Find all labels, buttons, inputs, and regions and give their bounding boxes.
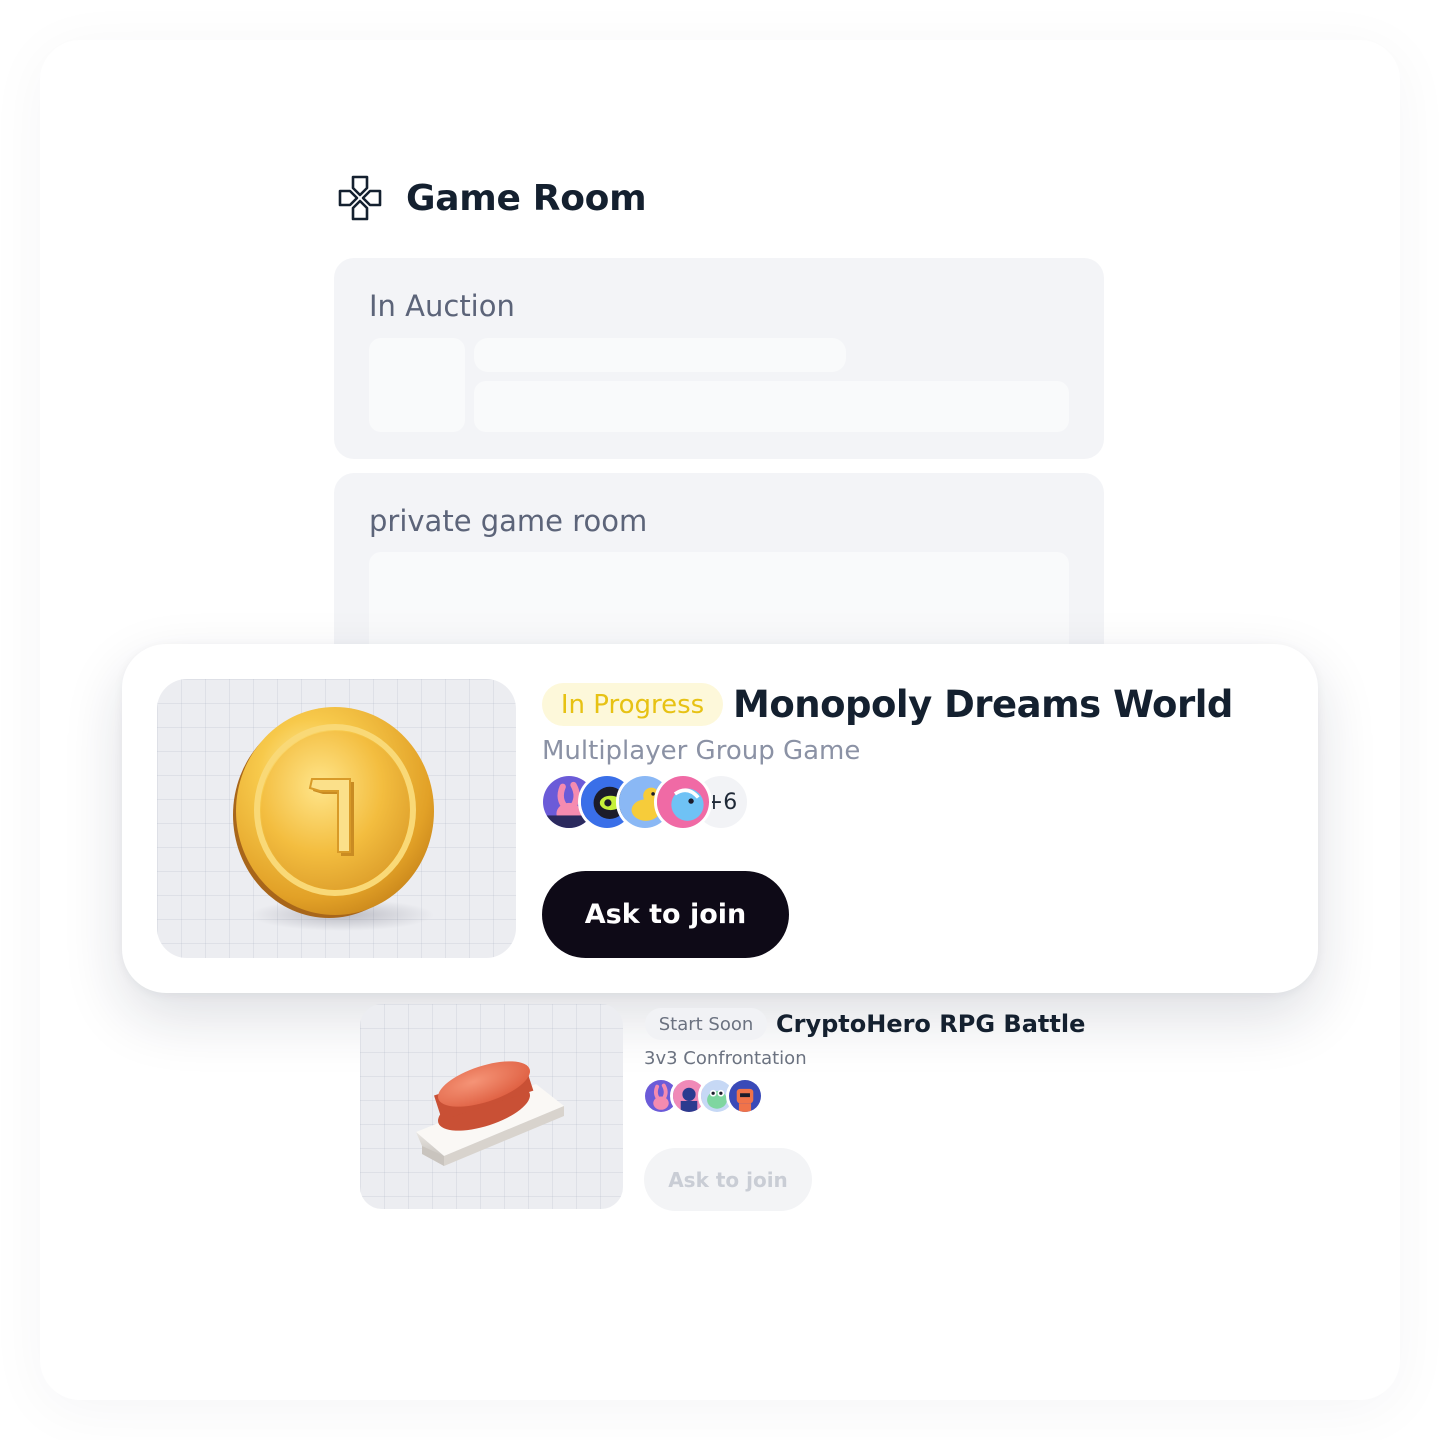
private-section-label: private game room [369,504,648,538]
game-title: Monopoly Dreams World [733,683,1233,726]
avatar [654,773,712,831]
private-section: private game room [334,473,1104,663]
avatar [726,1077,764,1115]
game-subtitle: 3v3 Confrontation [644,1048,807,1069]
auction-section: In Auction [334,258,1104,459]
auction-thumbnail-placeholder [369,338,465,432]
gamepad-dpad-icon [336,173,384,223]
game-subtitle: Multiplayer Group Game [542,736,861,766]
red-button-thumbnail [360,1004,623,1209]
page-title: Game Room [406,177,647,219]
auction-title-placeholder [474,338,846,372]
game-title: CryptoHero RPG Battle [776,1010,1086,1038]
gold-coin-icon [233,707,434,931]
featured-game-card[interactable]: In Progress Monopoly Dreams World Multip… [122,644,1318,993]
red-push-button-icon [416,1061,564,1166]
gold-coin-thumbnail [157,679,516,958]
ask-to-join-button[interactable]: Ask to join [644,1148,812,1211]
player-avatars [642,1077,764,1115]
page-header: Game Room [336,170,647,226]
player-avatars: +6 [540,773,750,831]
status-badge: Start Soon [645,1008,767,1040]
auction-section-label: In Auction [369,289,515,323]
ask-to-join-button[interactable]: Ask to join [542,871,789,958]
auction-detail-placeholder [474,381,1069,432]
status-badge: In Progress [542,683,723,726]
